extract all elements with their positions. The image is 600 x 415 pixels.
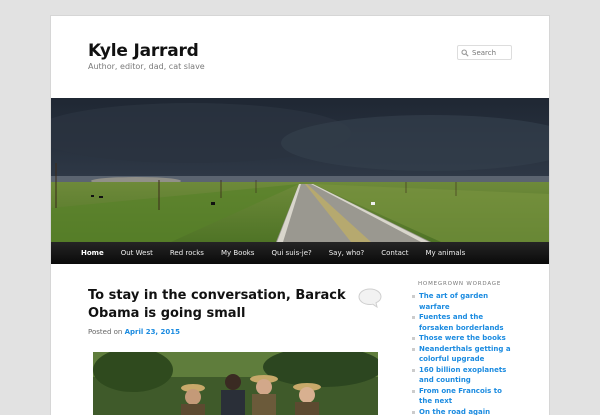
nav-item-my-animals[interactable]: My animals [425, 249, 465, 257]
nav-item-say-who[interactable]: Say, who? [329, 249, 365, 257]
nav-item-home[interactable]: Home [81, 249, 104, 257]
sidebar-link[interactable]: The art of garden warfare [411, 291, 516, 312]
sidebar-link[interactable]: Those were the books [411, 333, 516, 344]
search-box[interactable] [457, 45, 512, 60]
nav-item-my-books[interactable]: My Books [221, 249, 254, 257]
post-title[interactable]: To stay in the conversation, Barack Obam… [88, 287, 350, 323]
sidebar-link[interactable]: Fuentes and the forsaken borderlands [411, 312, 516, 333]
post-meta: Posted on April 23, 2015 [88, 328, 180, 336]
posted-on-label: Posted on [88, 328, 122, 336]
search-input[interactable] [469, 47, 512, 59]
sidebar-link[interactable]: 160 billion exoplanets and counting [411, 365, 516, 386]
header-image [51, 98, 549, 242]
post-featured-image [93, 352, 378, 415]
nav-item-red-rocks[interactable]: Red rocks [170, 249, 204, 257]
nav-item-contact[interactable]: Contact [381, 249, 408, 257]
nav-item-qui-suis-je[interactable]: Qui suis-je? [271, 249, 311, 257]
sidebar-link[interactable]: From one Francois to the next [411, 386, 516, 407]
nav-item-out-west[interactable]: Out West [121, 249, 153, 257]
page: Kyle Jarrard Author, editor, dad, cat sl… [50, 15, 550, 415]
search-icon [461, 49, 469, 57]
recent-posts-list: The art of garden warfare Fuentes and th… [411, 291, 516, 415]
main-nav: Home Out West Red rocks My Books Qui sui… [51, 242, 549, 264]
sidebar-widget-title: Homegrown wordage [418, 281, 501, 287]
site-description: Author, editor, dad, cat slave [88, 62, 205, 71]
sidebar-link[interactable]: On the road again [411, 407, 516, 415]
site-title[interactable]: Kyle Jarrard [88, 41, 199, 61]
sidebar-link[interactable]: Neanderthals getting a colorful upgrade [411, 344, 516, 365]
comment-bubble-icon[interactable] [358, 288, 382, 308]
post-date-link[interactable]: April 23, 2015 [125, 328, 180, 336]
